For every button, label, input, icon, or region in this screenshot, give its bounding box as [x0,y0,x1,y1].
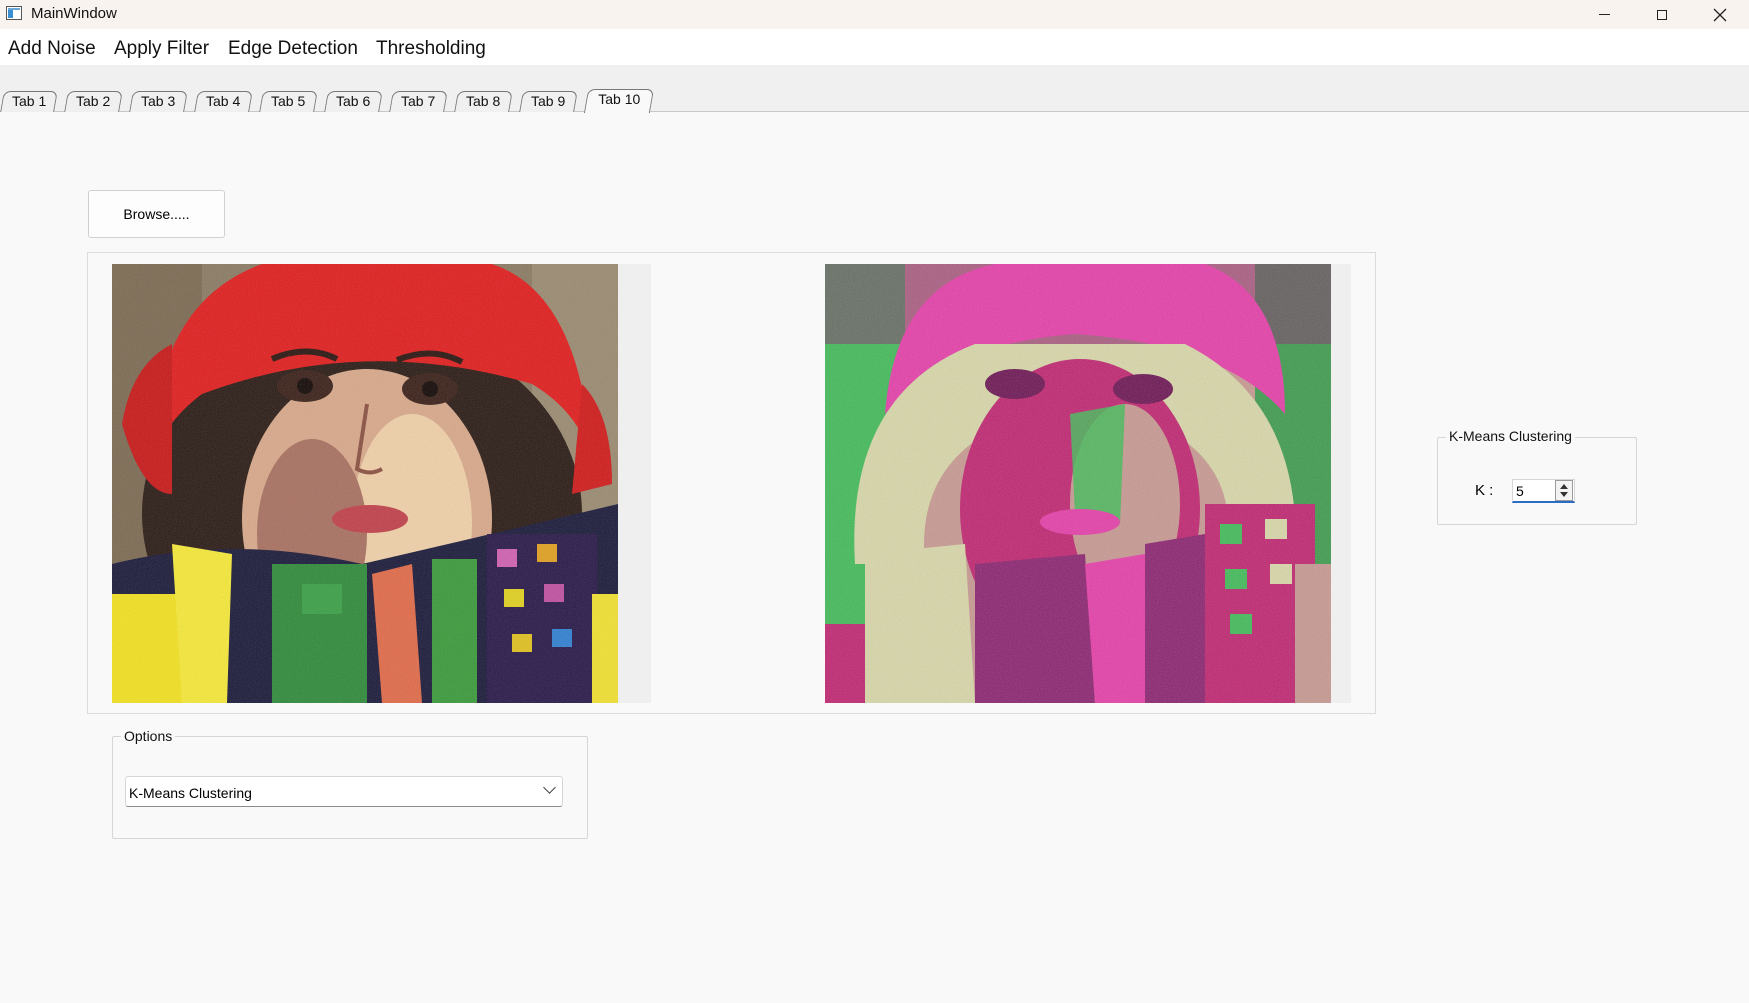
options-selected-value[interactable]: K-Means Clustering [129,785,252,801]
tab-label: Tab 8 [466,93,501,109]
menu-thresholding[interactable]: Thresholding [376,38,486,60]
tab-label: Tab 5 [271,93,306,109]
menu-add-noise[interactable]: Add Noise [8,38,96,60]
tab-label: Tab 6 [336,93,371,109]
tab-4[interactable]: Tab 4 [194,91,253,112]
window-title: MainWindow [31,5,117,22]
tab-1[interactable]: Tab 1 [0,91,58,112]
tab-label: Tab 4 [206,93,241,109]
close-button[interactable] [1691,0,1749,29]
options-group-title: Options [121,728,176,744]
kmeans-group-title: K-Means Clustering [1446,428,1575,444]
tab-8[interactable]: Tab 8 [454,91,513,112]
k-label: K : [1475,482,1494,499]
spin-up-icon[interactable] [1560,484,1568,489]
tab-label: Tab 1 [11,93,47,109]
k-value[interactable]: 5 [1516,483,1524,499]
maximize-button[interactable] [1633,0,1691,29]
tab-label: Tab 3 [141,93,176,109]
tab-label: Tab 7 [401,93,436,109]
menu-edge-detection[interactable]: Edge Detection [228,38,358,60]
tab-9[interactable]: Tab 9 [519,91,578,112]
tab-6[interactable]: Tab 6 [324,91,383,112]
minimize-button[interactable] [1575,0,1633,29]
tab-7[interactable]: Tab 7 [389,91,448,112]
tab-10[interactable]: Tab 10 [583,89,655,113]
app-window-icon [6,6,22,20]
k-spin-buttons[interactable] [1555,480,1573,501]
tab-2[interactable]: Tab 2 [64,91,123,112]
output-image-graphic [825,264,1331,703]
output-image [825,264,1331,703]
spin-down-icon[interactable] [1560,492,1568,497]
browse-button[interactable]: Browse..... [88,190,225,238]
close-icon [1713,8,1727,21]
tab-label: Tab 10 [598,91,641,107]
tab-3[interactable]: Tab 3 [129,91,188,112]
tab-5[interactable]: Tab 5 [259,91,318,112]
tab-label: Tab 2 [76,93,111,109]
menu-apply-filter[interactable]: Apply Filter [114,38,209,60]
input-image [112,264,618,703]
title-bar: MainWindow [0,0,1749,29]
input-image-graphic [112,264,618,703]
tab-label: Tab 9 [531,93,566,109]
menu-bar: Add Noise Apply Filter Edge Detection Th… [0,29,1749,65]
